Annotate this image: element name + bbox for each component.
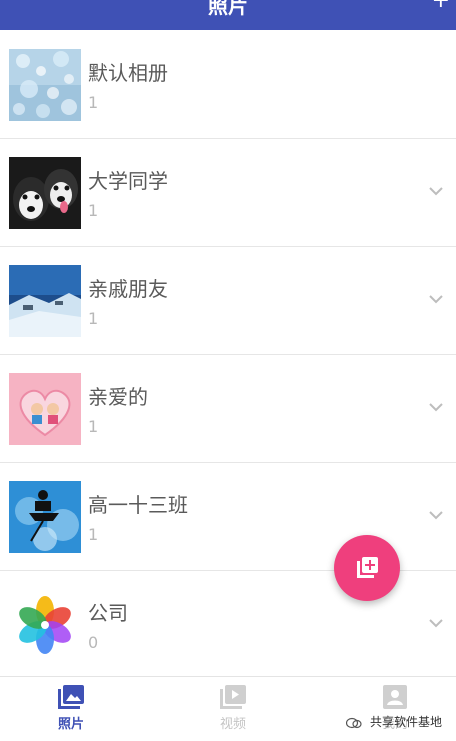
chevron-down-icon[interactable] (428, 291, 444, 307)
tab-label: 视频 (219, 717, 246, 732)
album-name: 亲爱的 (88, 385, 148, 409)
pink-heart-thumbnail (9, 373, 81, 445)
video-icon (220, 685, 246, 709)
photos-icon (58, 685, 84, 709)
snow-landscape-thumbnail (9, 265, 81, 337)
top-app-bar: 照片 + (0, 0, 456, 30)
album-name: 大学同学 (88, 169, 168, 193)
album-count: 0 (88, 633, 99, 652)
tab-label: 照片 (57, 717, 84, 732)
album-name: 默认相册 (88, 61, 168, 85)
album-count: 1 (88, 201, 99, 220)
bubbles-thumbnail (9, 49, 81, 121)
pinwheel-photos-thumbnail (9, 589, 81, 661)
album-count: 1 (88, 417, 99, 436)
album-count: 1 (88, 309, 99, 328)
profile-icon (383, 685, 407, 709)
album-name: 高一十三班 (88, 493, 188, 517)
watermark-text: 共享软件基地 (369, 715, 442, 729)
album-row-classmates[interactable]: 大学同学 1 (0, 139, 456, 247)
chevron-down-icon[interactable] (428, 507, 444, 523)
chevron-down-icon[interactable] (428, 615, 444, 631)
album-name: 公司 (88, 601, 128, 625)
add-album-icon (357, 557, 378, 578)
album-row-default[interactable]: 默认相册 1 (0, 31, 456, 139)
bottom-navigation: 照片 视频 我的 (0, 676, 456, 741)
watermark: 共享软件基地 (346, 713, 442, 730)
chevron-down-icon[interactable] (428, 399, 444, 415)
wechat-logo-icon (346, 717, 362, 728)
add-album-fab[interactable] (334, 535, 400, 601)
add-button[interactable]: + (432, 0, 450, 13)
app-screen: 照片 + 默认相册 1 大学同学 1 亲戚朋友 1 亲爱的 1 高一十三班 1 … (0, 0, 456, 741)
chevron-down-icon[interactable] (428, 183, 444, 199)
album-name: 亲戚朋友 (88, 277, 168, 301)
tab-video[interactable]: 视频 (188, 685, 278, 740)
page-title: 照片 (208, 0, 248, 18)
album-count: 1 (88, 93, 99, 112)
sky-silhouette-thumbnail (9, 481, 81, 553)
tab-photos[interactable]: 照片 (26, 685, 116, 740)
album-row-relatives[interactable]: 亲戚朋友 1 (0, 247, 456, 355)
husky-dogs-thumbnail (9, 157, 81, 229)
album-row-dear[interactable]: 亲爱的 1 (0, 355, 456, 463)
album-count: 1 (88, 525, 99, 544)
